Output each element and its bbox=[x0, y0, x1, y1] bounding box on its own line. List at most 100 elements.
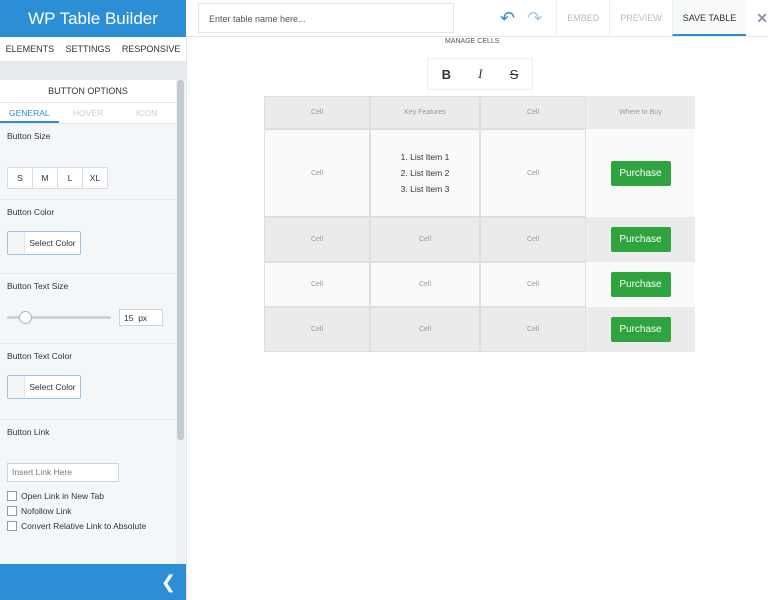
sidebar-tabs: ELEMENTS SETTINGS RESPONSIVE bbox=[0, 37, 186, 62]
text-size-input[interactable]: 15 px bbox=[119, 309, 163, 326]
panel-title: BUTTON OPTIONS bbox=[0, 80, 176, 103]
feature-list: 1. List Item 1 2. List Item 2 3. List It… bbox=[401, 146, 450, 200]
color-swatch bbox=[8, 232, 25, 254]
button-size-section: Button Size S M L XL bbox=[0, 124, 176, 200]
undo-icon[interactable]: ↶ bbox=[500, 8, 515, 29]
table-cell[interactable]: Cell bbox=[264, 217, 370, 262]
button-link-section: Button Link Insert Link Here Open Link i… bbox=[0, 420, 176, 541]
list-cell[interactable]: 1. List Item 1 2. List Item 2 3. List It… bbox=[370, 129, 480, 217]
tab-settings[interactable]: SETTINGS bbox=[65, 44, 110, 54]
table-cell[interactable]: Cell bbox=[370, 307, 480, 352]
top-toolbar: Enter table name here... ↶ ↷ EMBED PREVI… bbox=[186, 0, 768, 37]
convert-link-checkbox-row[interactable]: Convert Relative Link to Absolute bbox=[7, 521, 169, 531]
table-cell[interactable]: Cell bbox=[370, 217, 480, 262]
button-size-label: Button Size bbox=[7, 131, 51, 141]
tab-elements[interactable]: ELEMENTS bbox=[6, 44, 55, 54]
header-where-to-buy[interactable]: Where to Buy bbox=[586, 96, 695, 129]
button-link-label: Button Link bbox=[7, 427, 50, 437]
table-cell[interactable]: Cell bbox=[480, 217, 586, 262]
list-item: 3. List Item 3 bbox=[400, 184, 450, 194]
button-cell[interactable]: Purchase bbox=[586, 307, 695, 352]
button-color-section: Button Color Select Color bbox=[0, 200, 176, 274]
preview-button[interactable]: PREVIEW bbox=[609, 0, 672, 36]
manage-cells-label[interactable]: MANAGE CELLS bbox=[445, 38, 499, 45]
text-size-section: Button Text Size 15 px bbox=[0, 274, 176, 344]
list-item: 1. List Item 1 bbox=[400, 152, 450, 162]
convert-link-checkbox[interactable] bbox=[7, 521, 17, 531]
size-m-button[interactable]: M bbox=[33, 168, 58, 188]
size-selector: S M L XL bbox=[7, 167, 108, 189]
table-cell[interactable]: Cell bbox=[264, 96, 370, 129]
format-toolbar: B I S bbox=[427, 58, 533, 90]
size-l-button[interactable]: L bbox=[58, 168, 83, 188]
nofollow-checkbox-row[interactable]: Nofollow Link bbox=[7, 506, 169, 516]
comparison-table: Cell Key Features Cell Where to Buy Cell… bbox=[264, 96, 695, 352]
redo-icon[interactable]: ↷ bbox=[527, 8, 542, 29]
text-color-picker[interactable]: Select Color bbox=[7, 375, 81, 399]
table-cell[interactable]: Cell bbox=[264, 262, 370, 307]
text-size-label: Button Text Size bbox=[7, 281, 69, 291]
button-options-panel: BUTTON OPTIONS GENERAL HOVER ICON Button… bbox=[0, 80, 176, 564]
text-size-slider[interactable] bbox=[7, 311, 111, 324]
strikethrough-button[interactable]: S bbox=[510, 67, 519, 82]
size-xl-button[interactable]: XL bbox=[83, 168, 107, 188]
table-row: Cell Cell Cell Purchase bbox=[264, 217, 695, 262]
size-s-button[interactable]: S bbox=[8, 168, 33, 188]
table-cell[interactable]: Cell bbox=[370, 262, 480, 307]
nofollow-label: Nofollow Link bbox=[21, 506, 72, 516]
table-row: Cell 1. List Item 1 2. List Item 2 3. Li… bbox=[264, 129, 695, 217]
italic-button[interactable]: I bbox=[478, 66, 482, 82]
purchase-button[interactable]: Purchase bbox=[610, 272, 671, 297]
chevron-left-icon[interactable]: ❮ bbox=[161, 572, 176, 593]
save-table-button[interactable]: SAVE TABLE bbox=[671, 0, 747, 36]
table-cell[interactable]: Cell bbox=[480, 96, 586, 129]
new-tab-checkbox[interactable] bbox=[7, 491, 17, 501]
select-color-label: Select Color bbox=[29, 382, 76, 392]
convert-link-label: Convert Relative Link to Absolute bbox=[21, 521, 147, 531]
table-cell[interactable]: Cell bbox=[264, 307, 370, 352]
button-cell[interactable]: Purchase bbox=[586, 129, 695, 217]
table-name-input[interactable]: Enter table name here... bbox=[198, 3, 454, 33]
text-size-unit: px bbox=[138, 313, 148, 323]
purchase-button[interactable]: Purchase bbox=[610, 317, 671, 342]
color-swatch bbox=[8, 376, 25, 398]
table-row: Cell Cell Cell Purchase bbox=[264, 262, 695, 307]
text-color-section: Button Text Color Select Color bbox=[0, 344, 176, 420]
text-color-label: Button Text Color bbox=[7, 351, 73, 361]
table-cell[interactable]: Cell bbox=[264, 129, 370, 217]
table-cell[interactable]: Cell bbox=[480, 262, 586, 307]
table-row: Cell Key Features Cell Where to Buy bbox=[264, 96, 695, 129]
purchase-button[interactable]: Purchase bbox=[610, 227, 671, 252]
header-key-features[interactable]: Key Features bbox=[370, 96, 480, 129]
text-size-slider-row: 15 px bbox=[7, 309, 169, 326]
collapse-bar[interactable]: ❮ bbox=[0, 564, 186, 600]
embed-button[interactable]: EMBED bbox=[556, 0, 609, 36]
link-input[interactable]: Insert Link Here bbox=[7, 463, 119, 482]
purchase-button[interactable]: Purchase bbox=[610, 160, 671, 186]
new-tab-label: Open Link in New Tab bbox=[21, 491, 105, 501]
new-tab-checkbox-row[interactable]: Open Link in New Tab bbox=[7, 491, 169, 501]
divider bbox=[0, 62, 186, 80]
table-row: Cell Cell Cell Purchase bbox=[264, 307, 695, 352]
tab-hover[interactable]: HOVER bbox=[59, 103, 118, 123]
text-size-value: 15 bbox=[124, 313, 134, 323]
brand-title: WP Table Builder bbox=[0, 0, 186, 37]
slider-thumb[interactable] bbox=[19, 311, 32, 324]
close-icon[interactable]: ✕ bbox=[756, 10, 768, 27]
tab-icon[interactable]: ICON bbox=[117, 103, 176, 123]
scrollbar-thumb[interactable] bbox=[177, 80, 184, 440]
nofollow-checkbox[interactable] bbox=[7, 506, 17, 516]
table-cell[interactable]: Cell bbox=[480, 307, 586, 352]
sidebar-scrollbar[interactable] bbox=[176, 80, 185, 564]
bold-button[interactable]: B bbox=[442, 67, 451, 82]
tab-responsive[interactable]: RESPONSIVE bbox=[122, 44, 181, 54]
table-cell[interactable]: Cell bbox=[480, 129, 586, 217]
button-color-picker[interactable]: Select Color bbox=[7, 231, 81, 255]
list-item: 2. List Item 2 bbox=[400, 168, 450, 178]
panel-tabs: GENERAL HOVER ICON bbox=[0, 103, 176, 124]
select-color-label: Select Color bbox=[29, 238, 76, 248]
button-cell[interactable]: Purchase bbox=[586, 262, 695, 307]
button-color-label: Button Color bbox=[7, 207, 55, 217]
tab-general[interactable]: GENERAL bbox=[0, 103, 59, 123]
button-cell[interactable]: Purchase bbox=[586, 217, 695, 262]
